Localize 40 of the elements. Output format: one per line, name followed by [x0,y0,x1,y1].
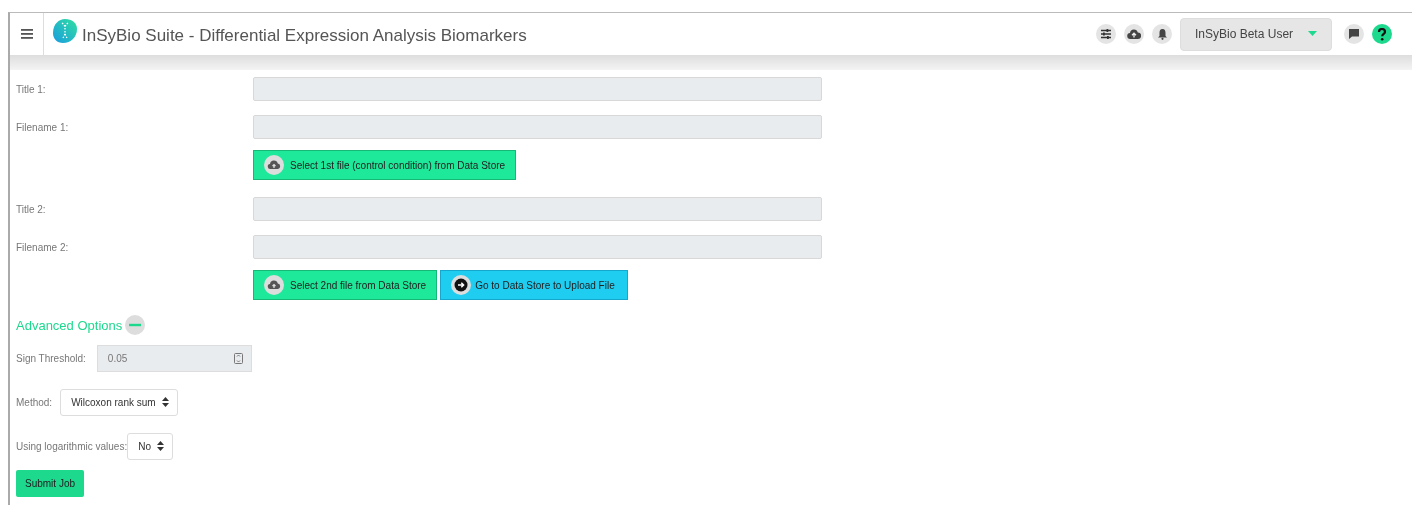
option-label: Using logarithmic values: [16,440,128,452]
help-button[interactable] [1372,24,1392,44]
data-store-button[interactable]: Select 2nd file from Data Store [253,270,438,300]
caret-icon [1308,31,1317,37]
bell-icon [1156,28,1168,40]
cloud-upload-icon [264,155,284,175]
arrow-right-icon [451,275,472,295]
text-field[interactable] [253,115,822,139]
logo-icon [52,18,78,44]
sliders-icon [1100,28,1112,40]
app-title: InSyBio Suite - Differential Expression Analysis Biomarkers [82,26,527,46]
cloud-upload-icon [264,275,284,295]
section-title: Advanced Options [16,317,123,333]
submit-button[interactable]: Submit Job [16,470,85,497]
upload-button[interactable] [1124,24,1144,44]
select-dropdown[interactable]: Wilcoxon rank sum [60,388,178,416]
field-label: Title 2: [16,203,47,215]
field-label: Filename 1: [16,121,70,133]
spinner-icon [233,352,243,364]
text-field[interactable] [253,197,822,221]
sort-caret-icon [156,441,164,451]
select-dropdown[interactable]: No [127,432,173,460]
notifications-button[interactable] [1152,24,1172,44]
data-store-button[interactable]: Go to Data Store to Upload File [440,270,628,300]
field-label: Filename 2: [16,241,70,253]
user-dropdown[interactable]: InSyBio Beta User [1180,17,1332,51]
question-mark-icon [1377,27,1387,41]
field-label: Title 1: [16,83,47,95]
option-label: Sign Threshold: [16,352,86,364]
text-field[interactable] [253,235,822,259]
menu-icon [20,28,33,40]
cloud-upload-icon [1127,28,1141,40]
speech-bubble-icon [1348,28,1360,40]
text-field[interactable] [253,77,822,101]
data-store-button[interactable]: Select 1st file (control condition) from Data Store [253,150,517,180]
settings-button[interactable] [1096,24,1116,44]
option-label: Method: [16,396,53,408]
number-field[interactable]: 0.05 [96,344,252,372]
chat-button[interactable] [1344,24,1364,44]
sort-caret-icon [161,397,169,407]
